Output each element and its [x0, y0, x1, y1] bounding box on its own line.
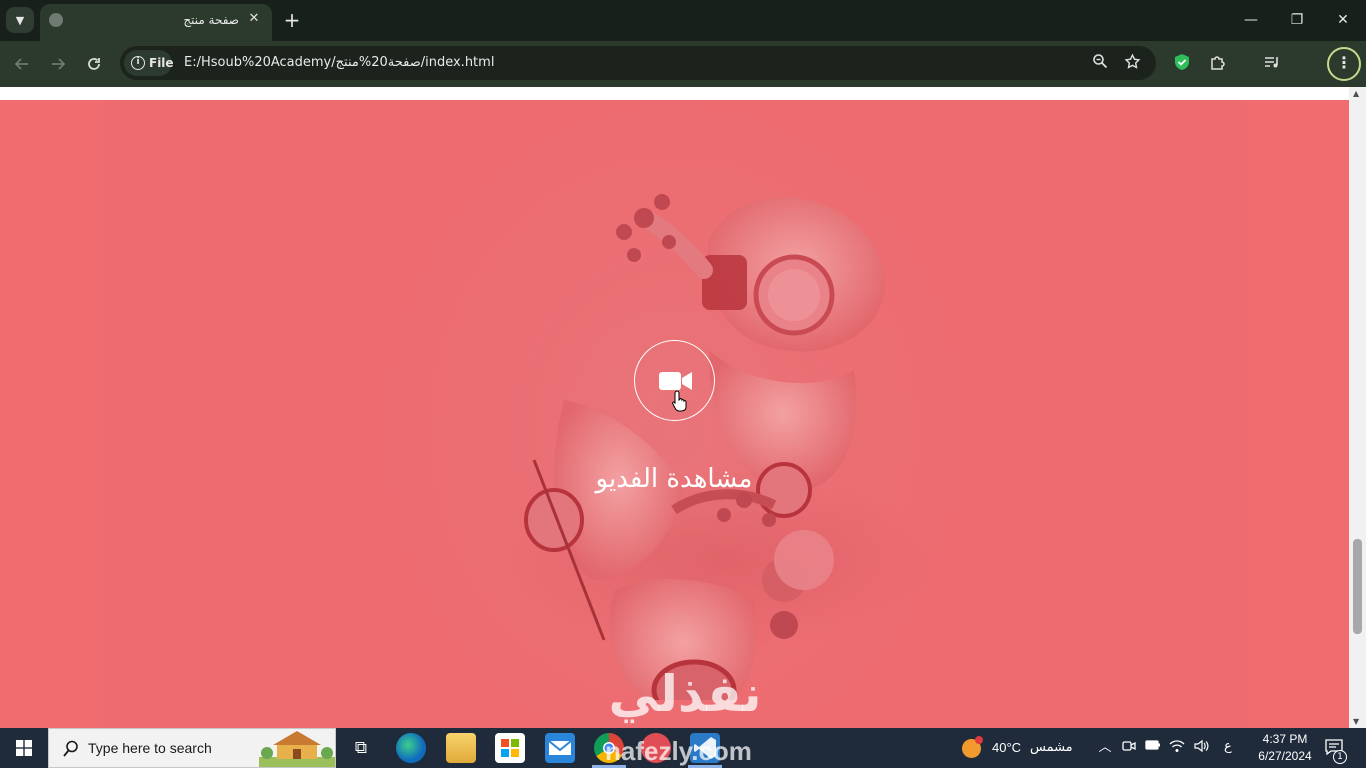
clock-time: 4:37 PM	[1262, 732, 1308, 746]
forward-button[interactable]	[45, 51, 71, 77]
info-icon: i	[131, 56, 145, 70]
back-button[interactable]	[9, 51, 35, 77]
watch-video-label[interactable]: مشاهدة الفديو	[574, 464, 774, 494]
chevron-down-icon: ▼	[15, 13, 25, 27]
clock-date: 6/27/2024	[1258, 749, 1312, 763]
media-control-icon[interactable]	[1261, 53, 1283, 75]
system-clock[interactable]: 4:37 PM 6/27/2024	[1248, 731, 1322, 765]
volume-icon[interactable]	[1192, 739, 1210, 757]
taskbar-search-box[interactable]: Type here to search	[48, 728, 336, 768]
search-placeholder: Type here to search	[88, 740, 212, 756]
search-highlight-illustration-icon	[259, 731, 335, 767]
edge-browser-icon[interactable]	[396, 733, 426, 763]
hand-cursor-icon	[672, 390, 687, 412]
shield-icon[interactable]	[1171, 53, 1193, 75]
scheme-label: File	[149, 56, 174, 70]
site-info-chip[interactable]: i File	[124, 50, 174, 76]
robot-image	[504, 194, 944, 700]
tab-search-button[interactable]: ▼	[6, 7, 34, 33]
weather-condition[interactable]: مشمس	[1030, 740, 1076, 755]
input-language-indicator[interactable]: ع	[1224, 739, 1232, 754]
watermark-arabic: نفذلي	[608, 665, 762, 723]
tab-title: صفحة منتج	[183, 13, 239, 27]
weather-alert-badge	[975, 736, 983, 744]
search-icon	[63, 740, 79, 758]
start-button[interactable]	[0, 728, 48, 768]
browser-toolbar: i File E:/Hsoub%20Academy/صفحة20%منتج/in…	[0, 41, 1366, 128]
restore-button[interactable]: ❐	[1274, 6, 1320, 34]
scrollbar-thumb[interactable]	[1353, 539, 1362, 634]
page-viewport: مشاهدة الفديو نفذلي ▲ ▼	[0, 87, 1366, 728]
browser-tab-strip: ▼ صفحة منتج ✕ + — ❐ ✕	[0, 0, 1366, 41]
task-view-icon[interactable]: ⧉	[346, 733, 376, 763]
battery-icon[interactable]	[1144, 739, 1162, 757]
wifi-icon[interactable]	[1168, 739, 1186, 757]
browser-tab[interactable]: صفحة منتج ✕	[40, 4, 272, 41]
meet-now-icon[interactable]	[1120, 739, 1138, 757]
more-vertical-icon: ⋮	[1336, 53, 1352, 72]
page-top-strip	[0, 87, 1349, 100]
chevron-up-icon[interactable]: ︿	[1096, 739, 1114, 757]
file-explorer-icon[interactable]	[446, 733, 476, 763]
globe-icon	[49, 13, 63, 27]
arrow-right-icon	[52, 58, 66, 70]
minimize-button[interactable]: —	[1228, 6, 1274, 34]
video-camera-icon	[659, 372, 692, 390]
new-tab-button[interactable]: +	[283, 9, 301, 31]
url-text[interactable]: E:/Hsoub%20Academy/صفحة20%منتج/index.htm…	[184, 55, 494, 70]
zoom-icon[interactable]	[1090, 53, 1110, 73]
scroll-up-arrow-icon[interactable]: ▲	[1353, 89, 1359, 98]
page-scrollbar[interactable]: ▲ ▼	[1349, 87, 1366, 728]
watermark-english: nafezly.com	[605, 736, 752, 766]
close-window-button[interactable]: ✕	[1320, 6, 1366, 34]
windows-logo-icon	[16, 740, 32, 756]
windows-taskbar: Type here to search ⧉ nafezly.com 40°C م…	[0, 728, 1366, 768]
reload-button[interactable]	[81, 51, 107, 77]
close-icon[interactable]: ✕	[246, 11, 262, 27]
puzzle-icon[interactable]	[1207, 53, 1229, 75]
notification-count-badge: 1	[1333, 750, 1347, 764]
star-icon[interactable]	[1122, 53, 1142, 73]
address-bar[interactable]: i File E:/Hsoub%20Academy/صفحة20%منتج/in…	[120, 46, 1156, 80]
arrow-left-icon	[14, 58, 28, 70]
microsoft-store-icon[interactable]	[495, 733, 525, 763]
mail-icon[interactable]	[545, 733, 575, 763]
browser-menu-button[interactable]: ⋮	[1327, 47, 1361, 81]
reload-icon	[88, 58, 100, 70]
scroll-down-arrow-icon[interactable]: ▼	[1353, 717, 1359, 726]
weather-temperature[interactable]: 40°C	[992, 740, 1021, 755]
